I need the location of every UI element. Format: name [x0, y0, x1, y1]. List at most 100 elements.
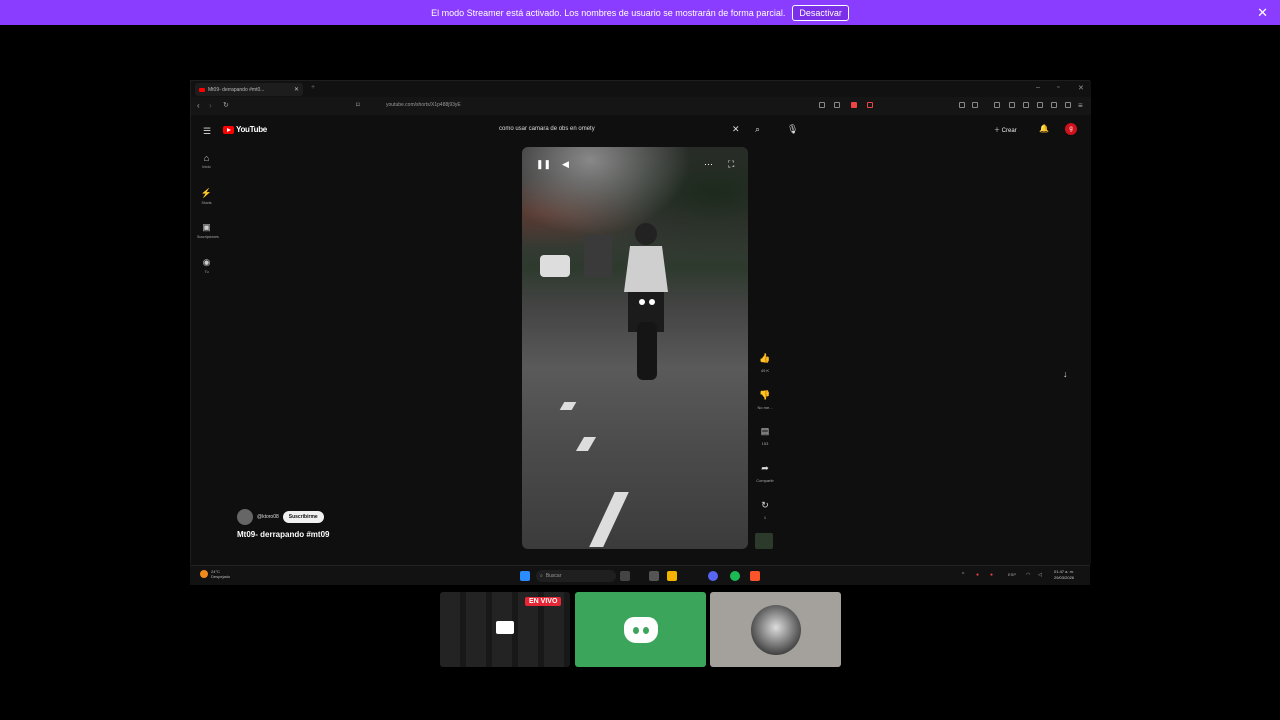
shorts-video-player[interactable]: ❚❚ ◀ ⋯ ⛶ [522, 147, 748, 549]
minimize-icon[interactable]: – [1036, 84, 1040, 91]
leo-icon[interactable] [1051, 102, 1057, 108]
dislike-button[interactable]: 👎 No me... [756, 390, 774, 410]
home-icon: ⌂ [203, 153, 210, 163]
tray-chevron-icon[interactable]: ^ [962, 572, 964, 578]
screenshot-icon[interactable] [972, 102, 978, 108]
comment-icon: ▤ [760, 426, 770, 436]
thumbs-down-icon: 👎 [759, 390, 771, 400]
brave-icon[interactable] [750, 571, 760, 581]
window-close-icon[interactable]: ✕ [1078, 84, 1084, 92]
comments-button[interactable]: ▤ 153 [756, 426, 774, 446]
hamburger-icon[interactable]: ☰ [203, 126, 211, 137]
download-icon[interactable] [994, 102, 1000, 108]
search-icon: ⌕ [540, 573, 543, 579]
sidebar-icon[interactable] [1023, 102, 1029, 108]
volume-icon[interactable]: ◀ [562, 159, 569, 170]
fullscreen-icon[interactable]: ⛶ [728, 159, 734, 170]
remix-button[interactable]: ↻ 1 [756, 500, 774, 520]
discord-taskbar-icon[interactable] [708, 571, 718, 581]
pause-icon[interactable]: ❚❚ [536, 159, 551, 170]
youtube-play-icon [223, 125, 234, 134]
taskbar-search[interactable]: ⌕ Buscar [536, 570, 616, 582]
url-field[interactable]: youtube.com/shorts/X1p488j93yE [386, 102, 461, 108]
tray-app-icon[interactable]: ● [976, 572, 979, 578]
taskbar-search-placeholder: Buscar [545, 573, 562, 579]
back-icon[interactable]: ‹ [197, 101, 200, 110]
share-button[interactable]: ➦ Compartir [756, 463, 774, 483]
browser-window: Mt09- derrapando #mt0... ✕ + – ▫ ✕ ‹ › ↻… [190, 80, 1091, 565]
notifications-icon[interactable]: 🔔 [1039, 124, 1049, 133]
maximize-icon[interactable]: ▫ [1057, 84, 1059, 91]
youtube-favicon-icon [199, 87, 205, 92]
truck [584, 235, 612, 277]
tab-youtube[interactable]: Mt09- derrapando #mt0... ✕ [195, 83, 303, 96]
share-page-icon[interactable] [834, 102, 840, 108]
camera-user-tile[interactable] [710, 592, 841, 667]
tab-close-icon[interactable]: ✕ [294, 86, 299, 93]
reload-icon[interactable]: ↻ [223, 101, 229, 109]
volume-tray-icon[interactable]: ◁ [1038, 572, 1042, 578]
screen-share-tile[interactable]: EN VIVO [440, 592, 570, 667]
menu-icon[interactable]: ≡ [1078, 101, 1083, 110]
sidebar-item-shorts[interactable]: ⚡ Shorts [197, 188, 216, 205]
close-icon[interactable]: ✕ [1257, 5, 1268, 21]
microphone-icon[interactable]: 🎙 [787, 124, 798, 135]
new-tab-icon[interactable]: + [311, 84, 315, 91]
sidebar-item-suscripciones[interactable]: ▣ Suscripciones [197, 222, 219, 239]
subscriptions-icon: ▣ [202, 222, 211, 232]
discord-user-tile[interactable] [575, 592, 706, 667]
extension-icon[interactable] [819, 102, 825, 108]
windows-start-icon[interactable] [520, 571, 530, 581]
bookmark-icon[interactable]: ⌑ [356, 101, 360, 109]
sidebar-item-label: Inicio [202, 165, 211, 169]
wallet-icon[interactable] [1037, 102, 1043, 108]
create-button[interactable]: ＋ Crear [994, 125, 1017, 134]
like-count: 49 K [760, 368, 770, 373]
task-view-icon[interactable] [620, 571, 630, 581]
tab-title: Mt09- derrapando #mt0... [208, 86, 265, 93]
search-input[interactable]: como usar camara de obs en omety [499, 126, 595, 132]
road-marking [559, 402, 577, 410]
brave-shield-icon[interactable] [851, 102, 857, 108]
clock[interactable]: 01:47 a. m. 29/03/2026 [1054, 569, 1074, 581]
clock-date: 29/03/2026 [1054, 575, 1075, 580]
tray-mic-icon[interactable]: ● [990, 572, 993, 578]
deactivate-button[interactable]: Desactivar [792, 4, 849, 21]
share-icon: ➦ [761, 463, 769, 473]
subscribe-button[interactable]: Suscribirme [282, 511, 324, 523]
address-bar: ‹ › ↻ ⌑ youtube.com/shorts/X1p488j93yE ≡ [191, 97, 1091, 115]
weather-widget[interactable]: 24°C Despejado [200, 569, 230, 579]
sidebar-item-inicio[interactable]: ⌂ Inicio [197, 153, 216, 169]
screen-share-icon [496, 621, 514, 634]
wifi-icon[interactable]: ◠ [1026, 572, 1030, 578]
car [540, 255, 570, 277]
like-button[interactable]: 👍 49 K [756, 353, 774, 373]
vpn-icon[interactable] [1065, 102, 1071, 108]
brave-rewards-icon[interactable] [867, 102, 873, 108]
search-icon[interactable]: ⌕ [755, 124, 760, 135]
forward-icon[interactable]: › [209, 101, 212, 110]
next-video-icon[interactable]: ↓ [1063, 369, 1068, 379]
shorts-icon: ⚡ [200, 188, 213, 198]
file-explorer-icon[interactable] [667, 571, 677, 581]
tab-bar: Mt09- derrapando #mt0... ✕ + – ▫ ✕ [191, 81, 1091, 97]
chat-icon[interactable] [959, 102, 965, 108]
sidebar-item-tu[interactable]: ◉ Tú [197, 257, 216, 274]
youtube-logo[interactable]: YouTube [223, 125, 267, 134]
media-icon[interactable] [1009, 102, 1015, 108]
sidebar-item-label: Tú [204, 270, 209, 274]
user-avatar [750, 604, 801, 655]
channel-avatar[interactable] [237, 509, 253, 525]
spotify-icon[interactable] [730, 571, 740, 581]
streamer-banner-text: El modo Streamer está activado. Los nomb… [431, 7, 786, 18]
account-icon: ◉ [202, 257, 211, 267]
more-options-icon[interactable]: ⋯ [704, 159, 713, 170]
video-title[interactable]: Mt09- derrapando #mt09 [237, 530, 329, 539]
avatar[interactable]: g [1065, 123, 1077, 135]
channel-handle[interactable]: @ktoro08 [257, 514, 279, 520]
terminal-icon[interactable] [649, 571, 659, 581]
clear-search-icon[interactable]: ✕ [732, 124, 740, 135]
sound-thumbnail[interactable] [755, 533, 773, 549]
thumbs-up-icon: 👍 [759, 353, 771, 363]
language-indicator[interactable]: ESP [1008, 572, 1016, 577]
